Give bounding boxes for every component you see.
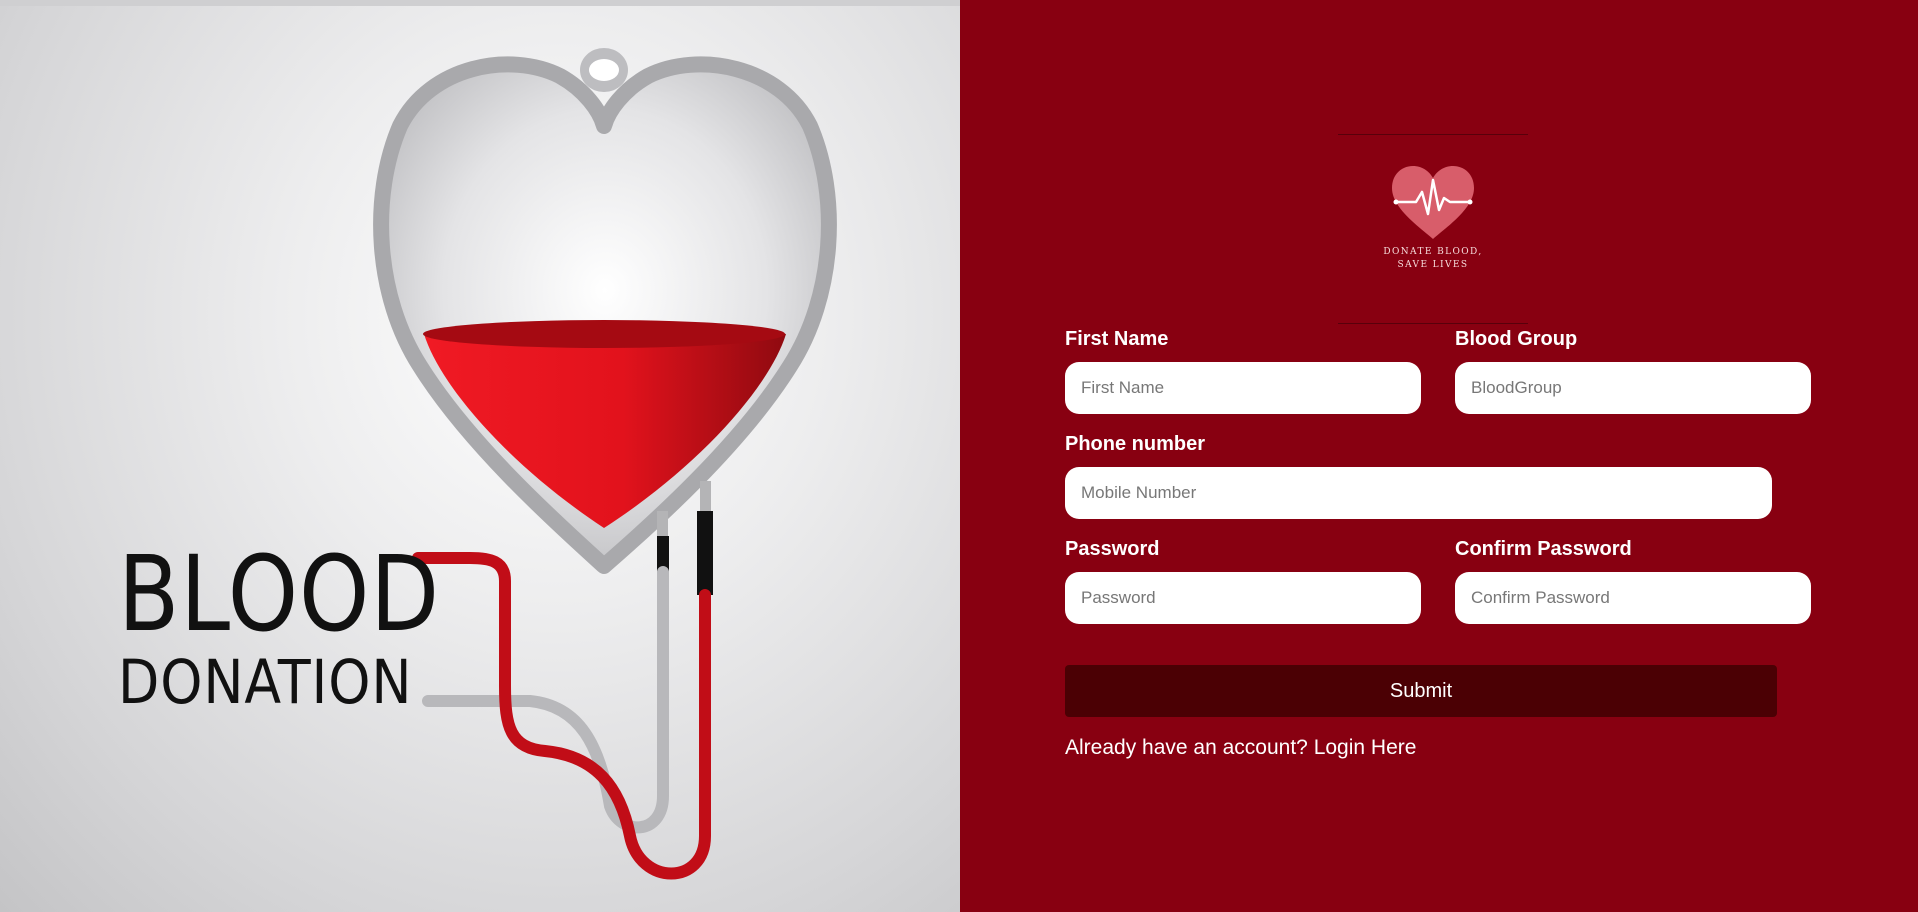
brand-title-donation: DONATION — [118, 647, 413, 718]
confirm-password-label: Confirm Password — [1455, 538, 1632, 560]
logo-bottom-divider — [1338, 323, 1528, 324]
login-here-link[interactable]: Login Here — [1314, 736, 1417, 759]
blood-group-input[interactable] — [1455, 362, 1811, 414]
hero-panel: BLOOD DONATION — [0, 0, 960, 912]
phone-number-label: Phone number — [1065, 433, 1206, 455]
logo-caption-line2: save lives — [1397, 260, 1469, 270]
password-input[interactable] — [1065, 572, 1421, 624]
grey-tube — [422, 566, 669, 834]
heart-pulse-icon — [1392, 166, 1474, 239]
first-name-input[interactable] — [1065, 362, 1421, 414]
mobile-number-input[interactable] — [1065, 467, 1772, 519]
submit-button[interactable]: Submit — [1065, 665, 1777, 717]
login-prompt: Already have an account? Login Here — [1065, 736, 1416, 760]
first-name-label: First Name — [1065, 328, 1169, 350]
login-prompt-text: Already have an account? — [1065, 736, 1308, 759]
blood-group-label: Blood Group — [1455, 328, 1578, 350]
confirm-password-input[interactable] — [1455, 572, 1811, 624]
blood-bag-illustration — [373, 48, 837, 880]
donate-blood-logo: Donate blood, save lives — [1338, 134, 1528, 324]
password-label: Password — [1065, 538, 1160, 560]
brand-title-blood: BLOOD — [118, 533, 440, 655]
logo-caption-line1: Donate blood, — [1383, 247, 1483, 257]
